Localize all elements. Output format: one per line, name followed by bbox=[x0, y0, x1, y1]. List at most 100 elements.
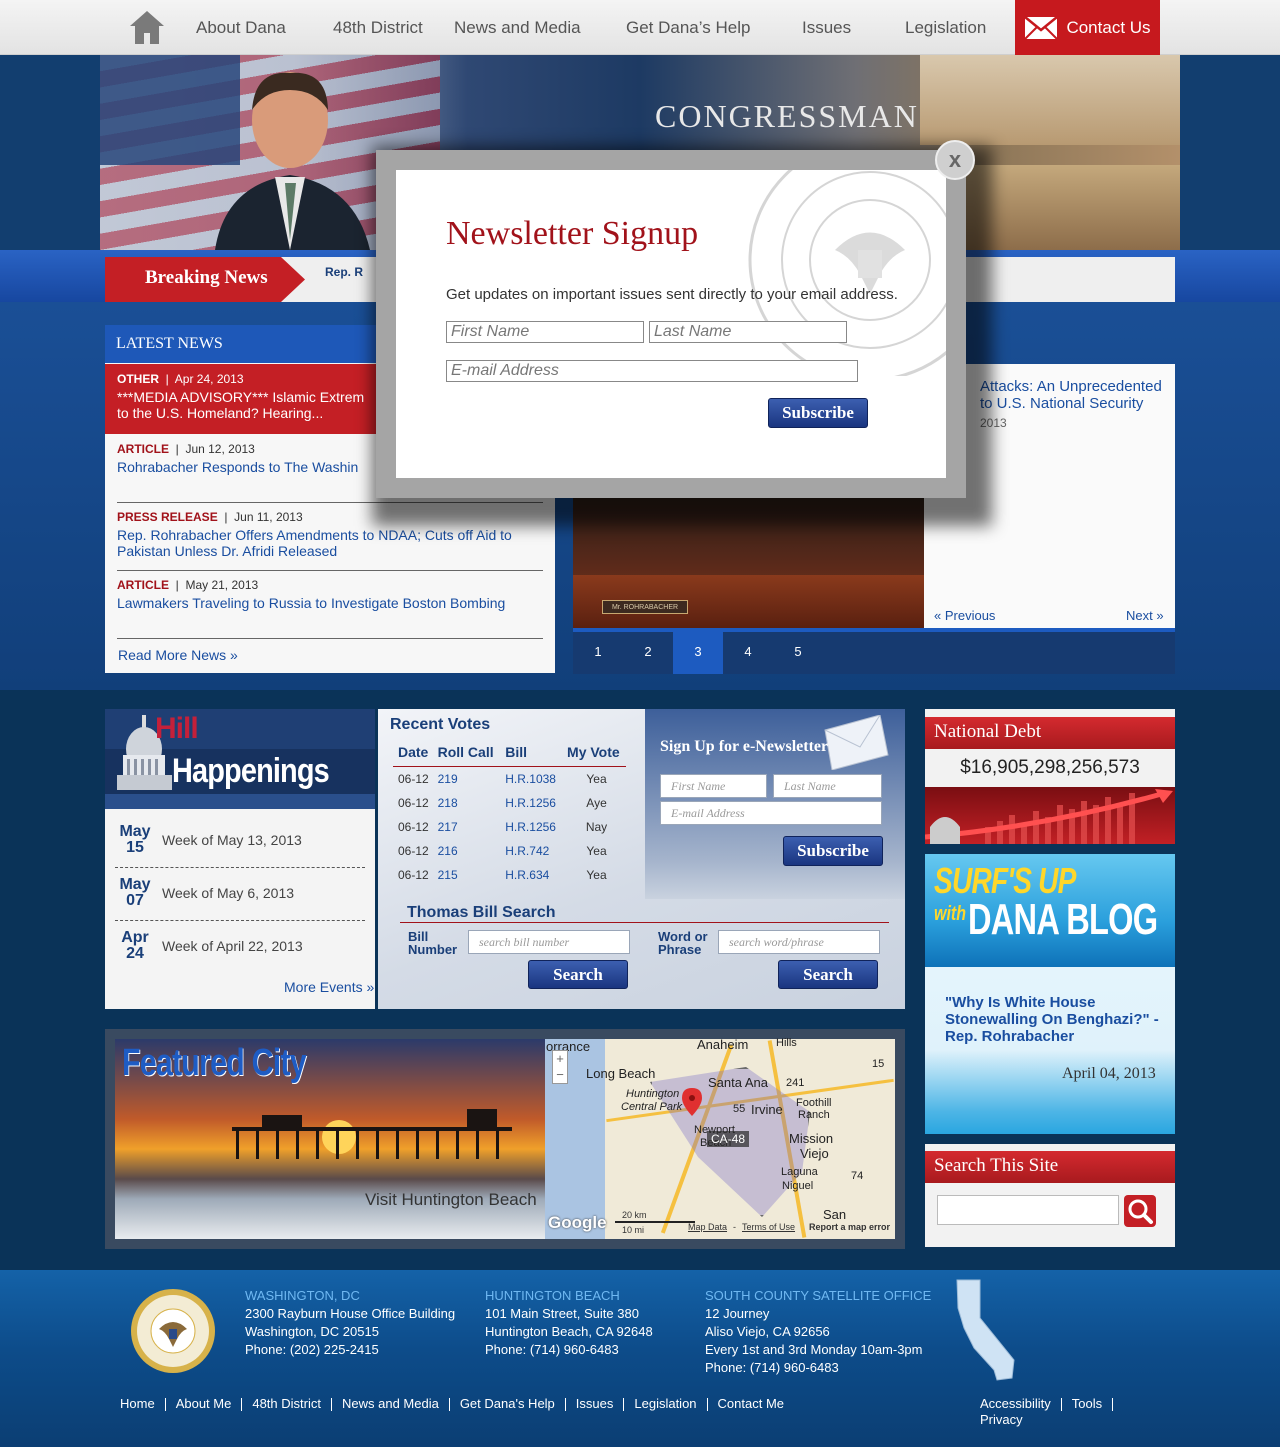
table-row: 06-12 219 H.R.1038 Yea bbox=[393, 767, 626, 791]
footer-link-tools[interactable]: Tools bbox=[1072, 1396, 1102, 1411]
modal-email-field[interactable]: E-mail Address bbox=[446, 360, 858, 382]
blog-with-text: with bbox=[934, 903, 966, 925]
visit-huntington-beach-link[interactable]: Visit Huntington Beach bbox=[365, 1190, 537, 1210]
footer-link-issues[interactable]: Issues bbox=[576, 1396, 614, 1411]
slider-story-title[interactable]: Attacks: An Unprecedented to U.S. Nation… bbox=[980, 378, 1165, 412]
modal-last-name-field[interactable]: Last Name bbox=[649, 321, 847, 343]
footer-link-home[interactable]: Home bbox=[120, 1396, 155, 1411]
event-day: 24 bbox=[126, 945, 144, 962]
bill-link[interactable]: H.R.1038 bbox=[500, 767, 562, 791]
contact-us-button[interactable]: Contact Us bbox=[1015, 0, 1160, 55]
event-day: 07 bbox=[126, 892, 144, 909]
table-row: 06-12 216 H.R.742 Yea bbox=[393, 839, 626, 863]
roll-call-link[interactable]: 217 bbox=[433, 815, 501, 839]
bill-link[interactable]: H.R.1256 bbox=[500, 815, 562, 839]
zoom-in-button[interactable]: + bbox=[556, 1051, 564, 1066]
modal-close-button[interactable]: x bbox=[935, 140, 975, 180]
word-search-button[interactable]: Search bbox=[778, 960, 878, 989]
event-item[interactable]: Apr 24 Week of April 22, 2013 bbox=[115, 930, 365, 962]
bill-link[interactable]: H.R.634 bbox=[500, 863, 562, 887]
office-phone: Phone: (202) 225-2415 bbox=[245, 1342, 379, 1357]
event-title: Week of April 22, 2013 bbox=[162, 938, 303, 954]
my-vote: Aye bbox=[586, 795, 607, 810]
modal-first-name-field[interactable]: First Name bbox=[446, 321, 644, 343]
news-title: Lawmakers Traveling to Russia to Investi… bbox=[117, 595, 506, 611]
event-item[interactable]: May 15 Week of May 13, 2013 bbox=[115, 824, 365, 856]
nav-news-and-media[interactable]: News and Media bbox=[454, 18, 581, 38]
slider-next-link[interactable]: Next » bbox=[1126, 608, 1164, 623]
breaking-news-headline[interactable]: Rep. R bbox=[325, 265, 363, 279]
debt-chart-graphic bbox=[925, 787, 1175, 844]
first-name-field[interactable]: First Name bbox=[660, 774, 767, 798]
footer-link-legislation[interactable]: Legislation bbox=[634, 1396, 696, 1411]
map-zoom-control[interactable]: + − bbox=[552, 1050, 568, 1084]
bill-number-label: Bill Number bbox=[408, 929, 458, 957]
nav-about-dana[interactable]: About Dana bbox=[196, 18, 286, 38]
office-heading: HUNTINGTON BEACH bbox=[485, 1288, 620, 1303]
slider-page-5[interactable]: 5 bbox=[773, 632, 823, 674]
zoom-out-button[interactable]: − bbox=[556, 1067, 564, 1082]
bill-search-button[interactable]: Search bbox=[528, 960, 628, 989]
search-icon[interactable] bbox=[1124, 1195, 1156, 1227]
news-title: ***MEDIA ADVISORY*** Islamic Extrem bbox=[117, 389, 365, 405]
map-label: Santa Ana bbox=[708, 1075, 768, 1090]
nav-get-danas-help[interactable]: Get Dana’s Help bbox=[626, 18, 750, 38]
envelope-icon bbox=[1024, 15, 1059, 40]
nav-48th-district[interactable]: 48th District bbox=[333, 18, 423, 38]
slider-page-2[interactable]: 2 bbox=[623, 632, 673, 674]
news-title: Rep. Rohrabacher Offers Amendments to ND… bbox=[117, 527, 512, 559]
footer-link-about-me[interactable]: About Me bbox=[176, 1396, 232, 1411]
footer-nav: Home About Me 48th District News and Media G… bbox=[120, 1396, 784, 1412]
report-map-error-link[interactable]: Report a map error bbox=[809, 1222, 890, 1232]
home-icon[interactable] bbox=[128, 8, 166, 46]
slider-page-1[interactable]: 1 bbox=[573, 632, 623, 674]
bill-link[interactable]: H.R.1256 bbox=[500, 791, 562, 815]
map-label: 15 bbox=[872, 1058, 885, 1070]
footer-link-accessibility[interactable]: Accessibility bbox=[980, 1396, 1051, 1411]
news-category: OTHER bbox=[117, 372, 159, 386]
event-item[interactable]: May 07 Week of May 6, 2013 bbox=[115, 876, 365, 909]
office-hours: Every 1st and 3rd Monday 10am-3pm bbox=[705, 1342, 923, 1357]
modal-subscribe-button[interactable]: Subscribe bbox=[768, 398, 868, 428]
terms-of-use-link[interactable]: Terms of Use bbox=[742, 1222, 795, 1232]
table-row: 06-12 217 H.R.1256 Nay bbox=[393, 815, 626, 839]
email-field[interactable]: E-mail Address bbox=[660, 801, 882, 825]
map-pin-icon[interactable] bbox=[682, 1088, 702, 1116]
slider-previous-link[interactable]: « Previous bbox=[934, 608, 995, 623]
footer-link-get-danas-help[interactable]: Get Dana's Help bbox=[460, 1396, 555, 1411]
read-more-news-link[interactable]: Read More News » bbox=[118, 647, 238, 663]
nav-legislation[interactable]: Legislation bbox=[905, 18, 986, 38]
footer-link-privacy[interactable]: Privacy bbox=[980, 1412, 1023, 1427]
site-search-input[interactable] bbox=[937, 1195, 1119, 1225]
map-data-link[interactable]: Map Data bbox=[688, 1222, 727, 1232]
more-events-link[interactable]: More Events » bbox=[284, 979, 374, 995]
roll-call-link[interactable]: 215 bbox=[433, 863, 501, 887]
blog-title: DANA BLOG bbox=[968, 895, 1158, 944]
slider-page-4[interactable]: 4 bbox=[723, 632, 773, 674]
office-heading: WASHINGTON, DC bbox=[245, 1288, 360, 1303]
my-vote: Yea bbox=[586, 771, 607, 786]
site-search-title: Search This Site bbox=[925, 1151, 1175, 1183]
thomas-search-title: Thomas Bill Search bbox=[407, 904, 556, 921]
footer-link-48th-district[interactable]: 48th District bbox=[252, 1396, 321, 1411]
votes-header-my-vote: My Vote bbox=[562, 744, 626, 767]
event-month: May bbox=[119, 876, 151, 893]
table-row: 06-12 218 H.R.1256 Aye bbox=[393, 791, 626, 815]
roll-call-link[interactable]: 219 bbox=[433, 767, 501, 791]
blog-post-date: April 04, 2013 bbox=[1062, 1065, 1156, 1082]
word-phrase-input[interactable]: search word/phrase bbox=[718, 930, 880, 954]
footer-link-contact-me[interactable]: Contact Me bbox=[718, 1396, 784, 1411]
roll-call-link[interactable]: 218 bbox=[433, 791, 501, 815]
slider-page-3-active[interactable]: 3 bbox=[673, 632, 723, 674]
roll-call-link[interactable]: 216 bbox=[433, 839, 501, 863]
nav-issues[interactable]: Issues bbox=[802, 18, 851, 38]
subscribe-button[interactable]: Subscribe bbox=[783, 836, 883, 866]
news-item[interactable]: ARTICLE | May 21, 2013 Lawmakers Traveli… bbox=[117, 578, 543, 611]
bill-number-input[interactable]: search bill number bbox=[468, 930, 630, 954]
footer-link-news-and-media[interactable]: News and Media bbox=[342, 1396, 439, 1411]
last-name-field[interactable]: Last Name bbox=[773, 774, 882, 798]
blog-post-link[interactable]: "Why Is White House Stonewalling On Beng… bbox=[945, 994, 1160, 1045]
bill-link[interactable]: H.R.742 bbox=[500, 839, 562, 863]
word-phrase-label: Word or Phrase bbox=[658, 929, 708, 957]
google-logo[interactable]: Google bbox=[548, 1213, 607, 1233]
